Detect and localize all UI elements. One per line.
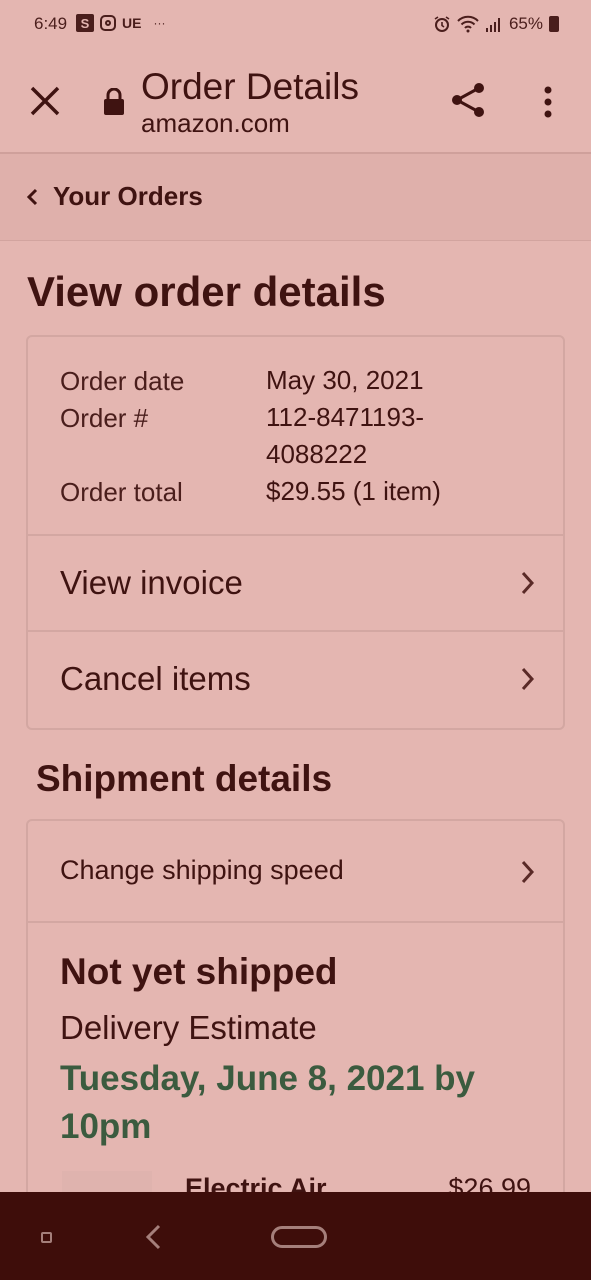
recent-apps-icon[interactable] [41,1232,52,1243]
order-total-label: Order total [60,477,183,507]
chevron-right-icon [521,860,535,884]
order-number-value-line1: 112-8471193- [266,402,425,432]
ue-notification-icon: UE [122,15,142,31]
share-icon[interactable] [449,80,489,120]
delivery-estimate-label: Delivery Estimate [60,1009,317,1046]
page-title: View order details [27,268,386,315]
order-info: Order date May 30, 2021 Order # 112-8471… [28,337,563,536]
lock-icon [104,88,124,115]
app-s-icon: S [76,14,94,32]
status-bar: 6:49 S UE ··· 65% [0,0,591,52]
battery-percent: 65% [508,14,543,33]
breadcrumb[interactable]: Your Orders [0,154,591,241]
chevron-right-icon [521,667,535,691]
close-icon[interactable] [28,84,62,118]
view-invoice-row[interactable]: View invoice [28,536,563,632]
system-nav-bar [0,1192,591,1280]
order-summary-card: Order date May 30, 2021 Order # 112-8471… [26,335,565,730]
more-notifications-icon: ··· [153,16,166,30]
system-icons: 65% [433,14,559,34]
chevron-right-icon [521,571,535,595]
order-number-label: Order # [60,403,149,433]
chevron-left-icon [26,188,38,206]
shipment-status: Not yet shipped [60,951,338,992]
browser-toolbar: Order Details amazon.com [0,52,591,154]
cancel-items-row[interactable]: Cancel items [28,632,563,728]
change-shipping-speed-label: Change shipping speed [60,855,344,885]
order-date-value: May 30, 2021 [266,365,424,395]
order-date-label: Order date [60,366,185,396]
home-icon[interactable] [271,1226,327,1248]
wifi-icon [457,15,479,33]
cancel-items-label: Cancel items [60,660,251,697]
change-shipping-speed-row[interactable]: Change shipping speed [28,821,563,923]
shipment-card: Change shipping speed Not yet shipped De… [26,819,565,1239]
signal-icon [485,18,500,32]
order-total-value: $29.55 (1 item) [266,476,441,506]
more-vert-icon[interactable] [536,82,560,122]
status-time: 6:49 [34,14,68,33]
breadcrumb-your-orders[interactable]: Your Orders [53,181,203,212]
instagram-icon [100,15,116,31]
view-invoice-label: View invoice [60,564,243,601]
battery-icon [549,16,559,32]
page-title-bar: Order Details [141,66,359,107]
alarm-icon [434,16,450,32]
delivery-estimate-date: Tuesday, June 8, 2021 by 10pm [60,1059,476,1146]
order-number-value-line2: 4088222 [266,439,368,469]
back-icon[interactable] [144,1224,162,1250]
page-domain: amazon.com [141,108,290,138]
shipment-heading: Shipment details [36,758,333,799]
notification-icons: S UE ··· [76,14,165,32]
